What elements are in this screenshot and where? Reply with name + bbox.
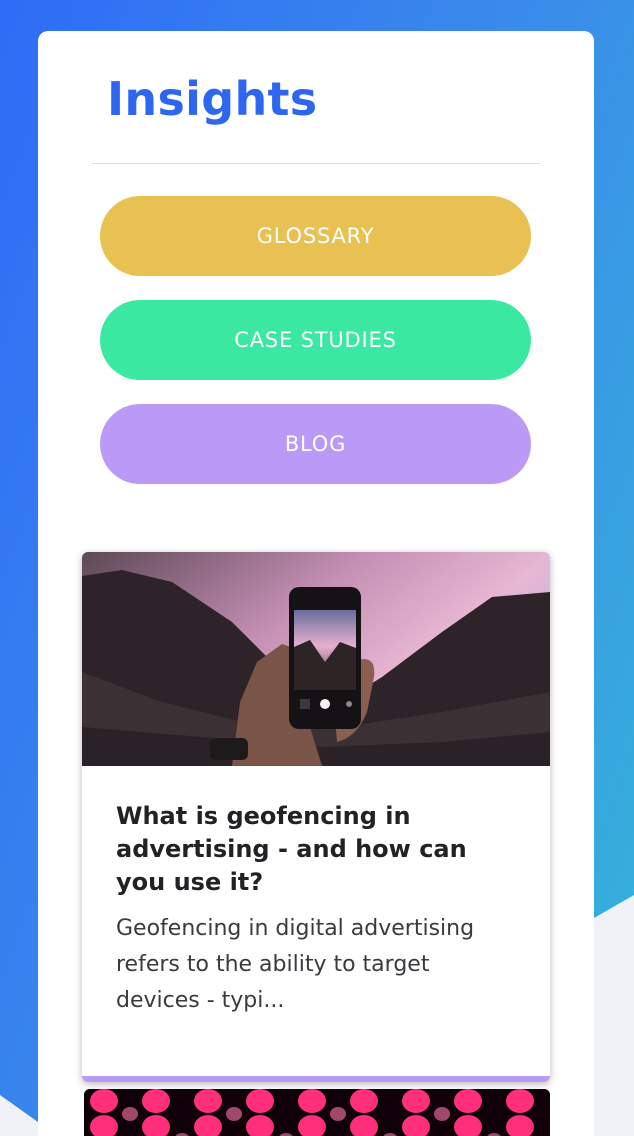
post-title[interactable]: What is geofencing in advertising - and … — [116, 800, 521, 899]
post-excerpt: Geofencing in digital advertising refers… — [116, 916, 475, 1013]
divider — [92, 163, 540, 164]
insights-panel: Insights GLOSSARY CASE STUDIES BLOG What… — [38, 31, 594, 1136]
case-studies-button[interactable]: CASE STUDIES — [100, 300, 531, 380]
page-title: Insights — [107, 72, 318, 126]
blog-post-card-2[interactable] — [84, 1089, 550, 1136]
card-accent-bar — [82, 1076, 550, 1082]
glossary-button[interactable]: GLOSSARY — [100, 196, 531, 276]
post-image-2 — [84, 1089, 550, 1136]
blog-button[interactable]: BLOG — [100, 404, 531, 484]
blog-post-card[interactable]: What is geofencing in advertising - and … — [82, 552, 550, 1082]
post-image — [82, 552, 550, 766]
